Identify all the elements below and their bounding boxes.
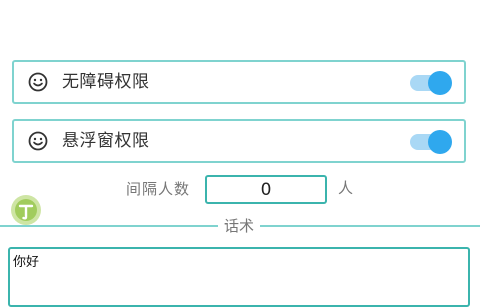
floating-bubble-icon[interactable] [8,192,44,228]
smile-icon [28,72,48,92]
overlay-permission-row[interactable]: 悬浮窗权限 [12,119,466,163]
script-textarea[interactable]: 你好 [8,247,470,307]
smile-icon [28,131,48,151]
toggle-thumb[interactable] [428,130,452,154]
toggle-thumb[interactable] [428,71,452,95]
interval-unit-label: 人 [338,179,354,197]
script-section-title: 话术 [218,216,261,236]
interval-count-input[interactable] [205,175,327,204]
interval-label: 间隔人数 [126,180,191,198]
overlay-permission-toggle[interactable] [410,130,452,154]
overlay-permission-label: 悬浮窗权限 [62,131,150,151]
accessibility-permission-label: 无障碍权限 [62,72,150,92]
accessibility-permission-row[interactable]: 无障碍权限 [12,60,466,104]
accessibility-permission-toggle[interactable] [410,71,452,95]
